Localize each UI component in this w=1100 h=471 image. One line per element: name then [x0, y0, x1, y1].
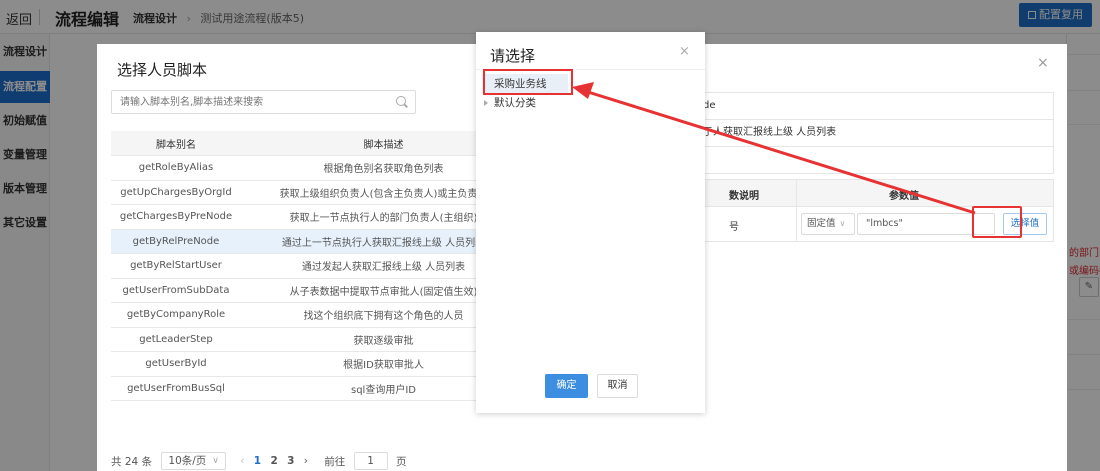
total-count: 共 24 条 [111, 455, 153, 468]
param-header-desc: 数说明 [729, 191, 759, 202]
script-table: 脚本别名 脚本描述 getRoleByAlias 根据角色别名获取角色列表 getU… [111, 131, 526, 401]
page-size-select[interactable]: 10条/页 ∨ [161, 452, 226, 470]
tree-node-label: 默认分类 [494, 97, 536, 109]
value-type-select[interactable]: 固定值 ∨ [801, 213, 855, 235]
script-alias-cell: getByRelStartUser [111, 253, 241, 279]
dialog-title: 选择人员脚本 [117, 61, 208, 79]
param-header-value: 参数值 [889, 191, 919, 202]
table-header-row: 脚本别名 脚本描述 [111, 131, 526, 156]
table-row[interactable]: getRoleByAlias 根据角色别名获取角色列表 [111, 155, 526, 181]
script-alias-cell: getByCompanyRole [111, 302, 241, 328]
pagination: 共 24 条 10条/页 ∨ ‹ 1 2 3 › 前往 1 页 [111, 452, 406, 470]
caret-right-icon[interactable] [484, 100, 488, 106]
highlight-box-choose-value [972, 206, 1022, 238]
prev-page-button[interactable]: ‹ [240, 455, 244, 467]
script-alias-cell: getChargesByPreNode [111, 204, 241, 230]
table-row[interactable]: getChargesByPreNode 获取上一节点执行人的部门负责人(主组织) [111, 204, 526, 230]
next-page-button[interactable]: › [304, 455, 308, 467]
column-header-alias: 脚本别名 [111, 131, 241, 156]
table-row[interactable]: getByRelPreNode 通过上一节点执行人获取汇报线上级 人员列表 [111, 229, 526, 254]
page-number[interactable]: 1 [254, 455, 261, 467]
page-unit-label: 页 [395, 455, 407, 468]
script-alias-cell: getRoleByAlias [111, 155, 241, 181]
table-row[interactable]: getUserFromSubData 从子表数据中提取节点审批人(固定值生效) [111, 278, 526, 303]
table-row[interactable]: getByRelStartUser 通过发起人获取汇报线上级 人员列表 [111, 253, 526, 279]
table-row[interactable]: getLeaderStep 获取逐级审批 [111, 327, 526, 352]
page-size-value: 10条/页 [168, 455, 207, 467]
search-icon[interactable] [396, 96, 406, 106]
script-alias-cell: getUserFromSubData [111, 278, 241, 303]
chevron-down-icon: ∨ [839, 219, 846, 228]
confirm-button[interactable]: 确定 [545, 374, 588, 398]
goto-page-input[interactable]: 1 [353, 452, 388, 470]
close-icon[interactable]: × [679, 44, 690, 59]
chevron-down-icon: ∨ [212, 456, 219, 466]
table-row[interactable]: getUserById 根据ID获取审批人 [111, 351, 526, 377]
tree-node-default[interactable]: 默认分类 [484, 96, 536, 110]
page-number[interactable]: 3 [287, 455, 294, 467]
script-alias-cell: getUserById [111, 351, 241, 377]
dialog-title: 请选择 [490, 47, 536, 65]
param-desc: 号 [729, 222, 739, 233]
close-icon[interactable]: × [1037, 55, 1049, 71]
table-row[interactable]: getByCompanyRole 找这个组织底下拥有这个角色的人员 [111, 302, 526, 328]
script-alias-cell: getLeaderStep [111, 327, 241, 352]
cancel-button[interactable]: 取消 [597, 374, 638, 398]
page-number[interactable]: 2 [270, 455, 277, 467]
script-alias-cell: getUpChargesByOrgId [111, 180, 241, 205]
search-input[interactable] [112, 91, 372, 113]
goto-label: 前往 [324, 455, 346, 468]
script-alias-cell: getUserFromBusSql [111, 376, 241, 401]
script-alias-cell: getByRelPreNode [111, 229, 241, 254]
search-box [111, 90, 416, 114]
table-row[interactable]: getUpChargesByOrgId 获取上级组织负责人(包含主负责人)或主负责… [111, 180, 526, 205]
highlight-box-procurement [483, 69, 573, 95]
table-row[interactable]: getUserFromBusSql sql查询用户ID [111, 376, 526, 401]
value-type-value: 固定值 [807, 218, 836, 229]
